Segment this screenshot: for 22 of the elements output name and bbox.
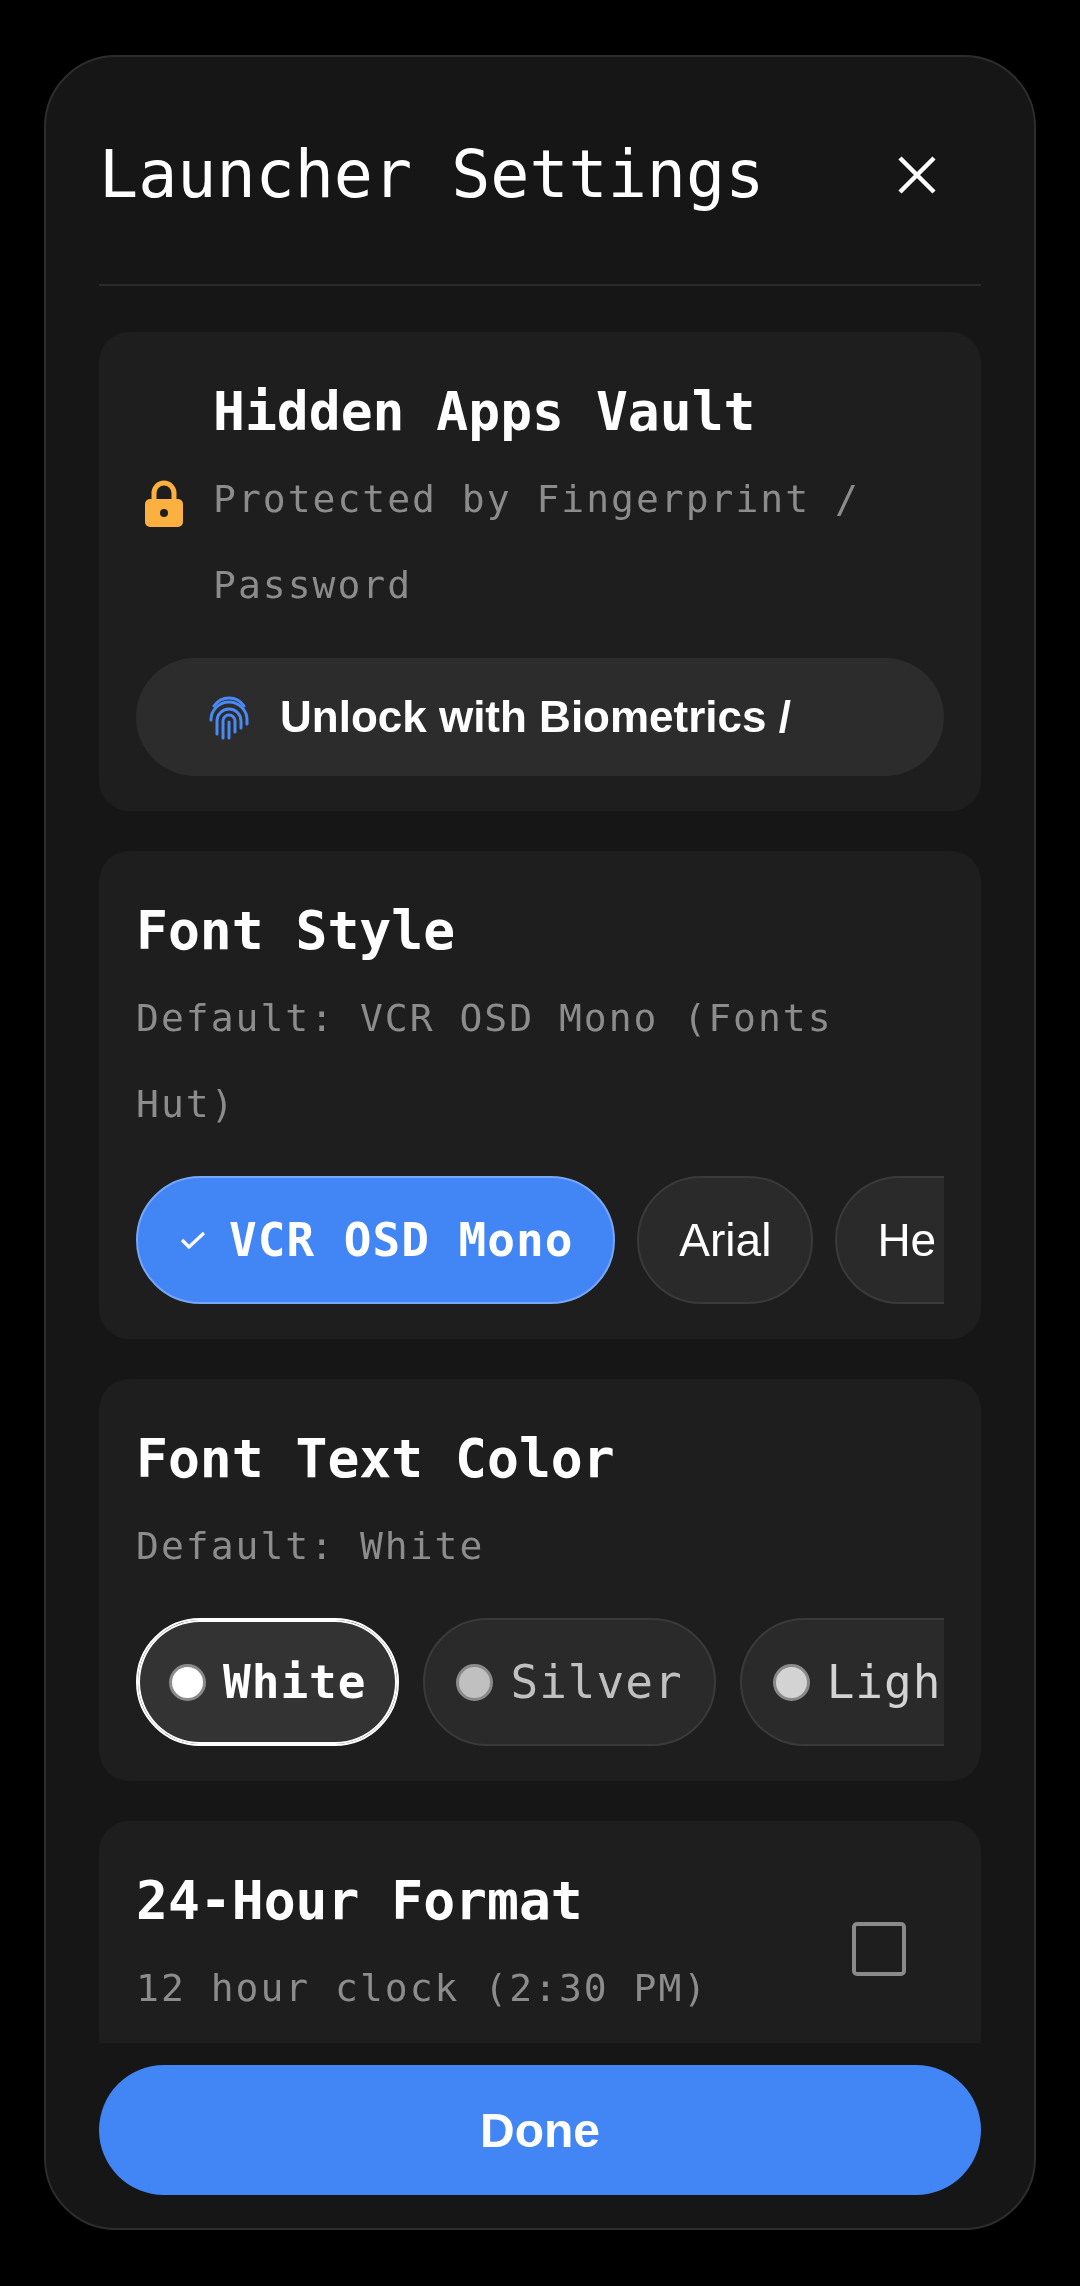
- font-option[interactable]: VCR OSD Mono: [136, 1176, 616, 1304]
- lock-icon: [145, 478, 183, 527]
- card-subtitle: Default: White: [136, 1523, 486, 1570]
- card-subtitle: Default: VCR OSD Mono (Fonts Hut): [136, 995, 834, 1128]
- fingerprint-icon: [208, 694, 250, 740]
- font-option[interactable]: He: [835, 1176, 944, 1304]
- card-title: Font Text Color: [136, 1427, 616, 1491]
- color-option[interactable]: Ligh: [739, 1618, 944, 1746]
- card-title: 24-Hour Format: [136, 1869, 584, 1933]
- dialog-title: Launcher Settings: [99, 136, 765, 214]
- check-icon: [180, 1230, 206, 1250]
- unlock-button[interactable]: Unlock with Biometrics /: [136, 658, 944, 776]
- card-subtitle: Protected by Fingerprint / Password: [213, 476, 861, 609]
- card-subtitle: 12 hour clock (2:30 PM): [136, 1965, 710, 2012]
- done-button[interactable]: Done: [99, 2065, 981, 2195]
- close-icon[interactable]: [897, 155, 937, 195]
- card-title: Hidden Apps Vault: [213, 380, 757, 444]
- color-option[interactable]: Silver: [423, 1618, 716, 1746]
- card-title: Font Style: [136, 899, 457, 963]
- color-option[interactable]: White: [136, 1618, 400, 1746]
- checkbox[interactable]: [852, 1921, 906, 1976]
- font-option[interactable]: Arial: [637, 1176, 814, 1304]
